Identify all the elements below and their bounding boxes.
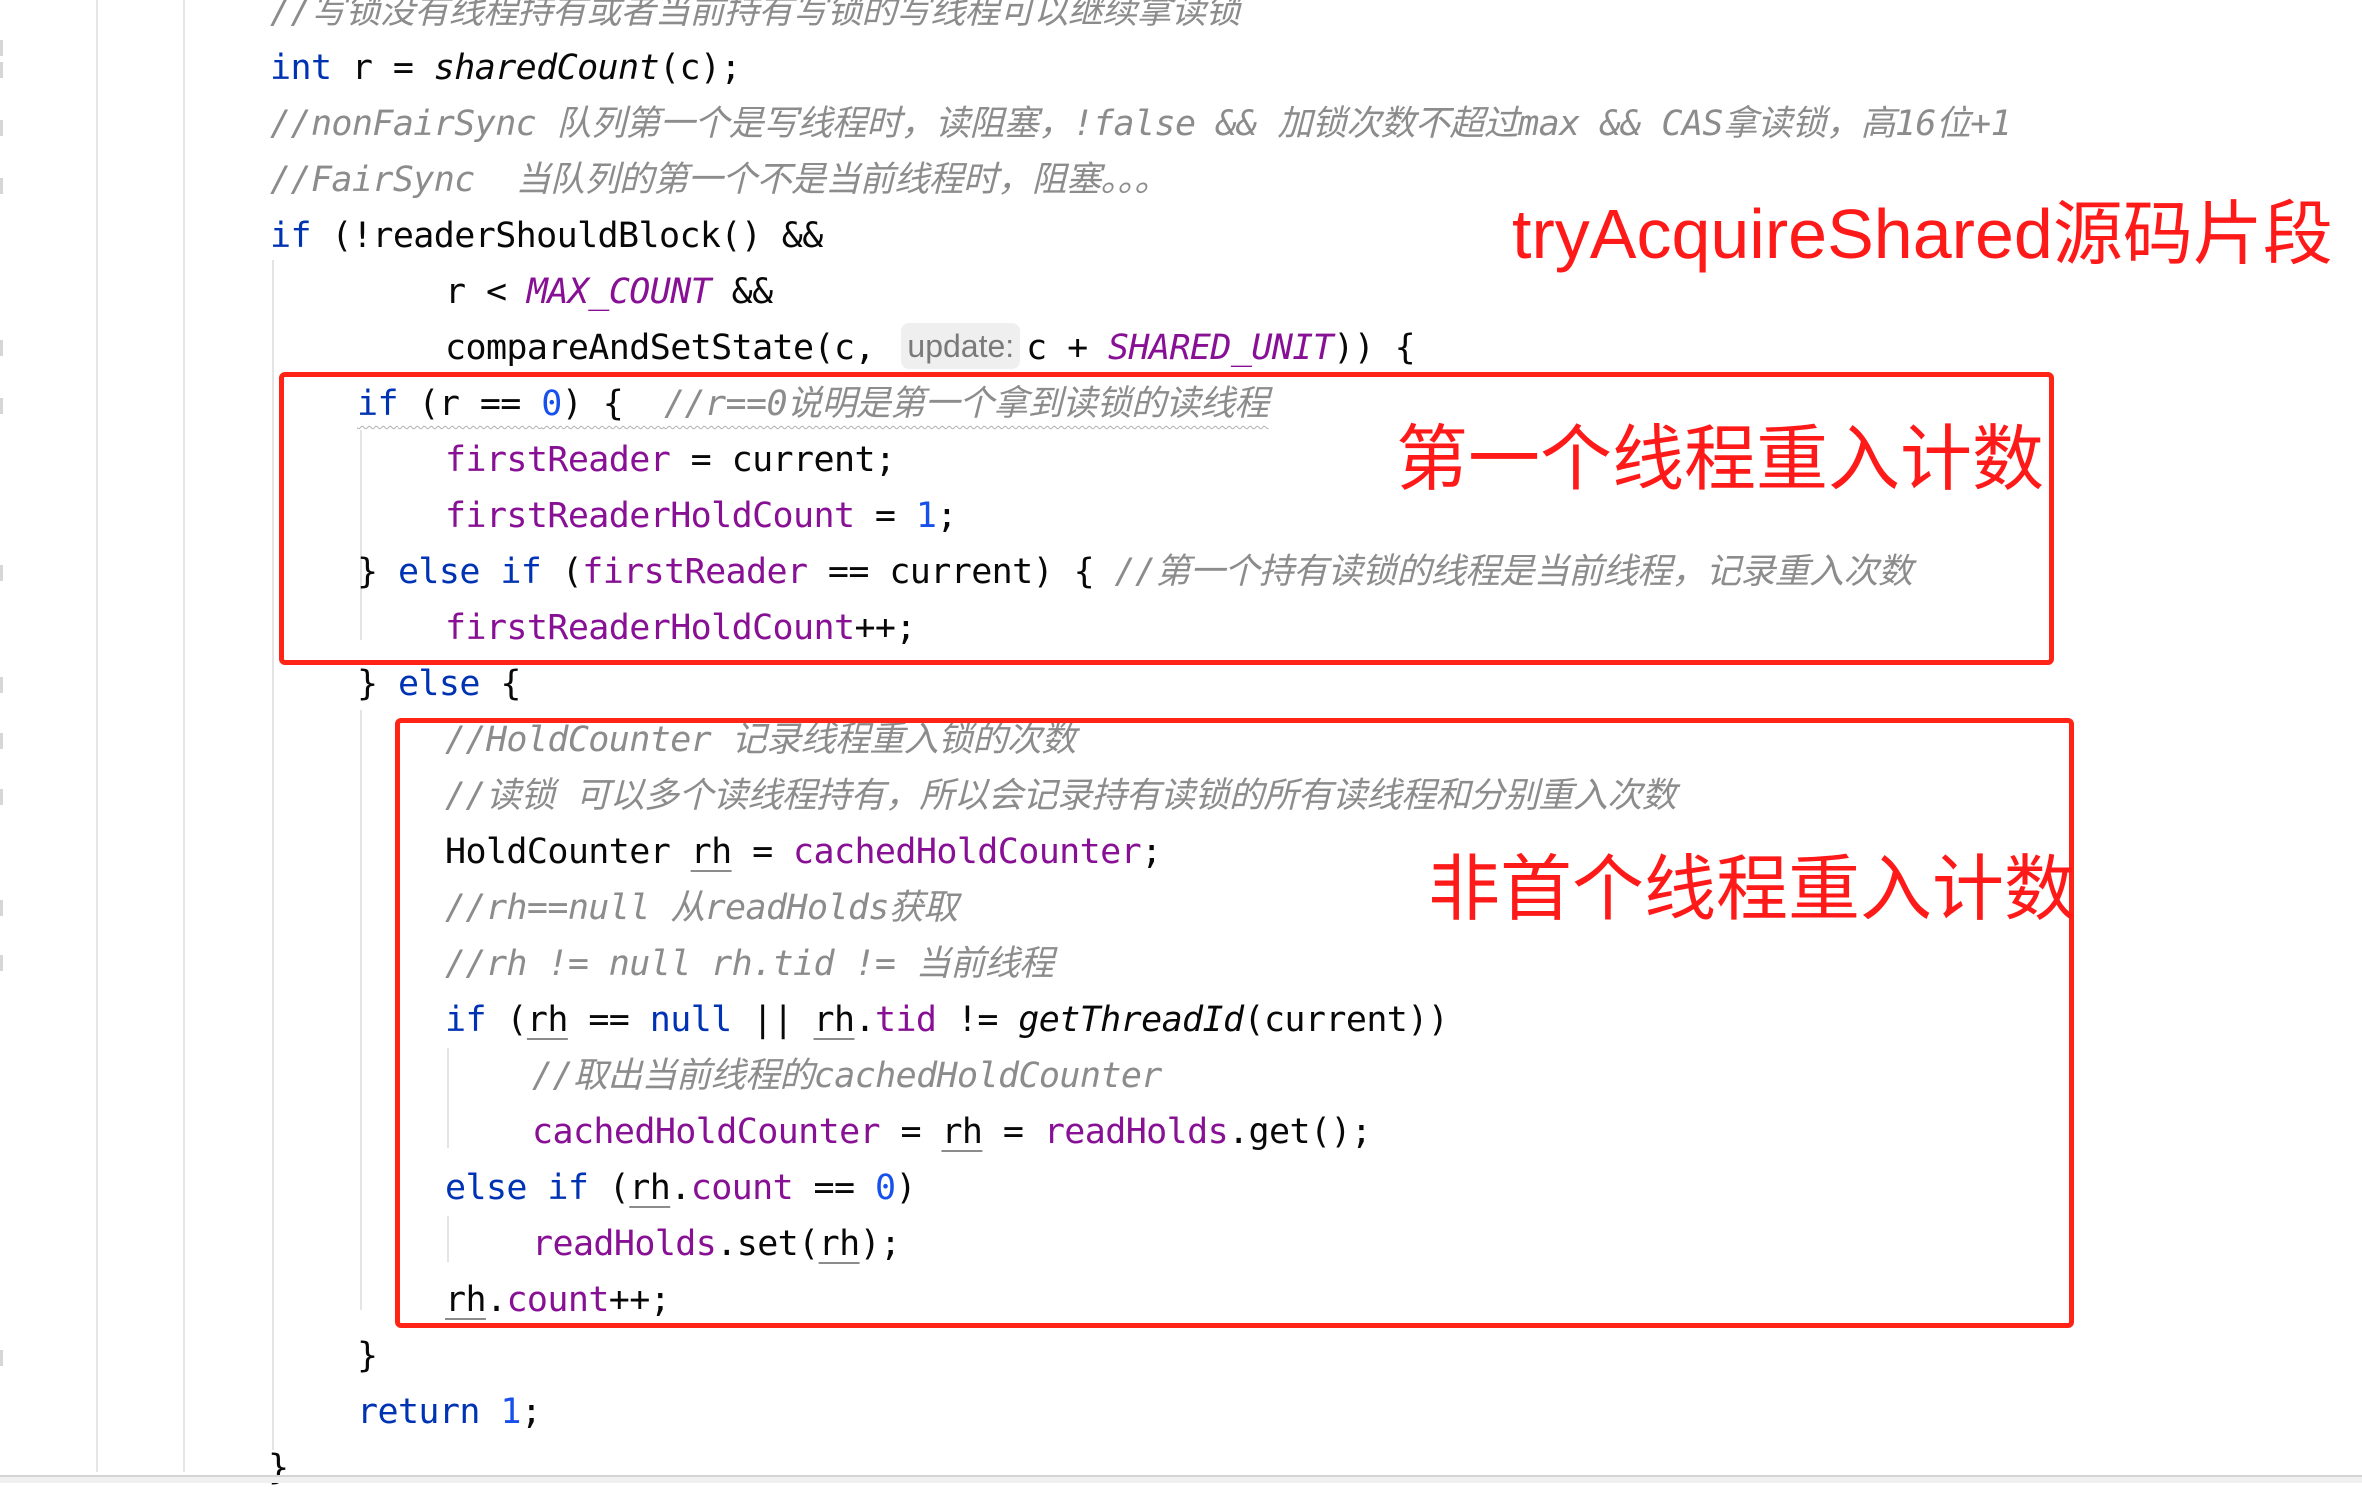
gutter-marker	[0, 120, 3, 136]
gutter-marker	[0, 677, 3, 693]
code-line: compareAndSetState(c, update: c + SHARED_…	[445, 320, 1416, 376]
code-editor[interactable]: //写锁没有线程持有或者当前持有写锁的写线程可以继续拿读锁 int r = sh…	[0, 0, 2362, 1488]
annotation-box1-label: 第一个线程重入计数	[1396, 420, 2045, 500]
code-text: r <	[445, 272, 527, 312]
code-line: //nonFairSync 队列第一个是写线程时，读阻塞，!false && 加…	[270, 96, 2012, 152]
keyword: if	[270, 216, 312, 256]
keyword: return	[357, 1392, 480, 1432]
code-line: int r = sharedCount(c);	[270, 40, 741, 96]
gutter-marker	[0, 565, 3, 581]
indent-guide	[360, 710, 362, 1310]
code-text: }	[357, 1336, 378, 1376]
constant: MAX_COUNT	[526, 272, 712, 312]
gutter-marker	[0, 789, 3, 805]
annotation-box2-label: 非首个线程重入计数	[1428, 850, 2077, 930]
code-line: }	[268, 1440, 289, 1496]
gutter-marker	[0, 62, 3, 78]
code-text: c +	[1026, 328, 1109, 368]
annotation-title: tryAcquireShared源码片段	[1512, 195, 2333, 273]
code-text: )) {	[1333, 328, 1416, 368]
gutter-divider	[96, 0, 98, 1472]
comment: //写锁没有线程持有或者当前持有写锁的写线程可以继续拿读锁	[270, 0, 1240, 32]
gutter-marker	[0, 398, 3, 414]
gutter-marker	[0, 178, 3, 194]
code-text: &&	[711, 272, 774, 312]
code-line: r < MAX_COUNT &&	[445, 264, 773, 320]
keyword: else	[397, 664, 480, 704]
code-text: (!readerShouldBlock() &&	[310, 216, 823, 256]
number-literal: 1	[500, 1392, 521, 1432]
comment: //nonFairSync 队列第一个是写线程时，读阻塞，!false && 加…	[270, 104, 2012, 144]
code-line: if (!readerShouldBlock() &&	[270, 208, 823, 264]
code-text: compareAndSetState(c,	[445, 328, 896, 368]
gutter-marker	[0, 40, 3, 56]
gutter-marker	[0, 733, 3, 749]
gutter-marker	[0, 1350, 3, 1366]
parameter-hint: update:	[901, 323, 1021, 369]
fold-gutter-divider	[183, 0, 185, 1472]
code-line: //写锁没有线程持有或者当前持有写锁的写线程可以继续拿读锁	[270, 0, 1240, 40]
highlight-box-first-reader	[279, 372, 2054, 665]
highlight-box-other-readers	[395, 718, 2074, 1328]
code-line: }	[357, 1328, 378, 1384]
method-call: sharedCount	[433, 48, 660, 88]
constant: SHARED_UNIT	[1108, 328, 1334, 368]
code-text: ;	[520, 1392, 542, 1432]
code-text: (c);	[658, 48, 741, 88]
indent-guide	[272, 260, 274, 1450]
gutter-marker	[0, 900, 3, 916]
code-line: //FairSync 当队列的第一个不是当前线程时，阻塞。。。	[270, 152, 1169, 208]
code-text: r =	[331, 48, 434, 88]
horizontal-scrollbar[interactable]	[0, 1475, 2362, 1483]
gutter-marker	[0, 340, 3, 356]
comment: //FairSync 当队列的第一个不是当前线程时，阻塞。。。	[270, 160, 1169, 200]
keyword: int	[270, 48, 332, 88]
code-line: return 1;	[357, 1384, 542, 1440]
code-text: {	[479, 664, 521, 704]
gutter-marker	[0, 955, 3, 971]
code-text: }	[357, 664, 398, 704]
